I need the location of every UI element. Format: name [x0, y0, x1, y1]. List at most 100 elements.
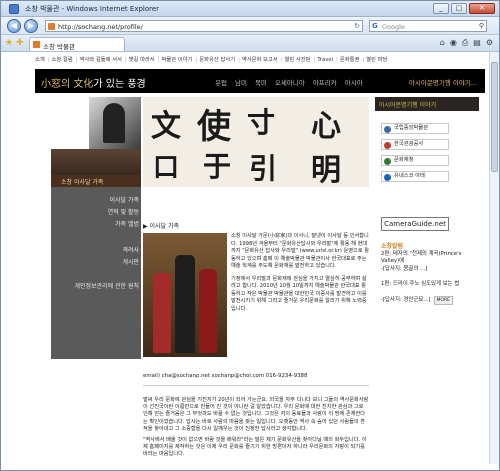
partner-logo-3[interactable]: 문화재청: [381, 155, 449, 166]
intro-text: 소창 이사달 가문(小窓家)과 이사니, 딸넷이 이사달 등 인서합니다. 19…: [231, 233, 369, 318]
right-top-banner[interactable]: 아시아문명기행 이야기: [375, 97, 479, 111]
column-item-2-title: 1편: 드라이 주노 심도있게 보는 법: [381, 281, 460, 287]
more-button[interactable]: MORE: [433, 296, 453, 306]
sidebar-item-family[interactable]: 이사달 가족: [51, 195, 139, 204]
body-paragraph-2: "역사에서 배울 것이 없으면 바람 것을 배워라"라는 말은 제가 문화유산을…: [143, 437, 367, 458]
menu-separator: |: [336, 57, 338, 63]
menu-separator: |: [238, 57, 240, 63]
sidebar-item-board[interactable]: 게시판: [51, 257, 139, 266]
menu-separator: |: [195, 57, 198, 63]
top-menu-item[interactable]: 열린 마당: [366, 57, 387, 63]
region-menu-item[interactable]: 북미: [255, 79, 267, 87]
partner-logo-2-label: 한국관광공사: [394, 141, 424, 147]
top-menu-item[interactable]: 역사와 길들에 서서: [80, 57, 122, 63]
sidebar-menu: 이사달 가족 연혁 및 활동 가족 앨범 격려사 게시판 개인정보관리에 관한 …: [51, 187, 141, 359]
top-menu-item[interactable]: 문화유산 답사기: [199, 57, 235, 63]
logo-mark-icon: [384, 126, 391, 133]
sidebar-item-encouragement[interactable]: 격려사: [51, 245, 139, 254]
print-icon[interactable]: ⎙: [462, 38, 468, 48]
address-url: http://sochang.net/profile/: [58, 23, 143, 31]
search-placeholder: Google: [382, 23, 405, 31]
partner-logo-1[interactable]: 국립중앙박물관: [381, 123, 449, 134]
browser-window: 소창 박물관 - Windows Internet Explorer _ □ ✕…: [0, 0, 500, 471]
top-menu: 소개 | 소창 칼럼 | 역사와 길들에 서서 | 옛길 따라서 | 박물관 이야기 | 문화유산 …: [35, 55, 485, 63]
vertical-scrollbar[interactable]: [489, 52, 499, 464]
region-menu-item[interactable]: 오세아니아: [275, 79, 305, 87]
menu-separator: |: [157, 57, 160, 63]
contact-email: email) cha@sochanp.net sochanp@chol.com …: [143, 373, 308, 379]
partner-logo-4[interactable]: 유네스코 아태: [381, 171, 449, 182]
top-menu-item[interactable]: 소창 칼럼: [52, 57, 73, 63]
scrollbar-thumb[interactable]: [491, 62, 498, 172]
intro-paragraph-1: 소창 이사달 가문(小窓家)과 이사니, 딸넷이 이사달 등 인서합니다. 19…: [231, 233, 370, 269]
sidebar-item-history[interactable]: 연혁 및 활동: [51, 207, 139, 216]
sidebar-item-privacy[interactable]: 개인정보관리에 관한 원칙: [51, 281, 139, 290]
logo-mark-icon: [384, 158, 391, 165]
address-bar[interactable]: http://sochang.net/profile/ ↻: [45, 20, 363, 32]
camera-guide-link[interactable]: CameraGuide.net: [381, 217, 449, 231]
page-content: 소개 | 소창 칼럼 | 역사와 길들에 서서 | 옛길 따라서 | 박물관 이야기 | 문화유산 …: [1, 52, 499, 464]
close-button[interactable]: ✕: [469, 3, 495, 14]
column-item-1[interactable]: 2편: 테자의 "천제의 계곡(Prince's Valley)에: [381, 251, 481, 266]
right-top-banner-text: 아시아문명기행 이야기: [379, 102, 437, 109]
refresh-icon[interactable]: ↻: [354, 22, 360, 30]
tab-sochang[interactable]: 소창 박물관: [29, 37, 125, 51]
figure-center: [175, 255, 195, 353]
title-bar: 소창 박물관 - Windows Internet Explorer _ □ ✕: [1, 1, 499, 17]
region-menu-item[interactable]: 남미: [235, 79, 247, 87]
tab-label: 소창 박물관: [43, 43, 75, 51]
google-icon: G: [372, 22, 378, 30]
menu-separator: |: [75, 57, 78, 63]
logo-suffix: 가 있는 풍경: [93, 79, 146, 90]
back-button[interactable]: ◀: [7, 19, 21, 33]
region-menu-item[interactable]: 아프리카: [313, 79, 337, 87]
site-banner: 小窓의 文化가 있는 풍경 유럽 남미 북미 오세아니아 아프리카 아시아 아시아문명기행…: [35, 69, 485, 93]
home-icon[interactable]: ⌂: [440, 38, 445, 48]
top-menu-item[interactable]: 열린 사진판: [284, 57, 310, 63]
maximize-button[interactable]: □: [451, 3, 467, 14]
favorites-star-icon[interactable]: ★: [5, 38, 13, 48]
banner-slogan: 아시아문명기행 이야기...: [408, 79, 477, 87]
add-favorites-icon[interactable]: ✚: [16, 38, 24, 48]
top-menu-item[interactable]: 역사문화 보고서: [242, 57, 278, 63]
sidebar-item-album[interactable]: 가족 앨범: [51, 219, 139, 228]
column-item-2-place: -[답사지: 경안군묘...] MORE: [381, 296, 481, 306]
figure-right: [199, 269, 217, 353]
menu-separator: |: [313, 57, 316, 63]
forward-button[interactable]: ▶: [24, 19, 38, 33]
top-menu-item[interactable]: Travel: [317, 57, 333, 63]
navigation-bar: ◀ ▶ http://sochang.net/profile/ ↻ G Goog…: [1, 17, 499, 35]
menu-separator: |: [362, 57, 365, 63]
owner-photo: [89, 97, 141, 149]
region-menu-item[interactable]: 유럽: [215, 79, 227, 87]
main-content: ▶ 이사달 가족 소창 이사달 가문(小窓家)과 이사니, 딸넷이 이사달 등 …: [143, 187, 369, 464]
partner-logo-1-label: 국립중앙박물관: [394, 125, 429, 131]
partner-logo-4-label: 유네스코 아태: [394, 173, 425, 179]
region-menu-item[interactable]: 아시아: [345, 79, 363, 87]
menu-separator: |: [124, 57, 127, 63]
minimize-button[interactable]: _: [433, 3, 449, 14]
column-section-title: 소창칼럼: [381, 243, 404, 250]
top-menu-item[interactable]: 박물관 이야기: [162, 57, 193, 63]
menu-separator: |: [280, 57, 283, 63]
page-menu-icon[interactable]: ▤: [473, 38, 481, 48]
column-item-2[interactable]: 1편: 드라이 주노 심도있게 보는 법: [381, 281, 481, 288]
top-menu-item[interactable]: 소개: [35, 57, 45, 63]
region-menu: 유럽 남미 북미 오세아니아 아프리카 아시아: [215, 77, 371, 87]
column-item-1-place: -[답사지: 몽골의 ...]: [381, 266, 428, 272]
partner-logo-2[interactable]: 한국관광공사: [381, 139, 449, 150]
feed-icon[interactable]: ◉: [450, 38, 457, 48]
intro-paragraph-2: 기정에서 우리말과 문화재에 관심을 가지고 열심히 공부하며 살려고 합니다.…: [231, 275, 367, 312]
search-icon[interactable]: ⚲: [479, 22, 484, 30]
top-menu-item[interactable]: 옛길 따라서: [129, 57, 155, 63]
window-title: 소창 박물관 - Windows Internet Explorer: [25, 5, 160, 13]
site-logo[interactable]: 小窓의 文化가 있는 풍경: [41, 75, 146, 90]
sidebar-title: 소창 이사달 가족: [51, 175, 141, 187]
logo-prefix: 小窓: [41, 79, 61, 90]
search-input[interactable]: G Google ⚲: [369, 20, 487, 32]
tools-menu-icon[interactable]: ⚙: [486, 38, 493, 48]
top-menu-item[interactable]: 문화통권: [340, 57, 360, 63]
menu-separator: |: [47, 57, 50, 63]
figure-left: [153, 273, 171, 353]
partner-logo-3-label: 문화재청: [394, 157, 414, 163]
